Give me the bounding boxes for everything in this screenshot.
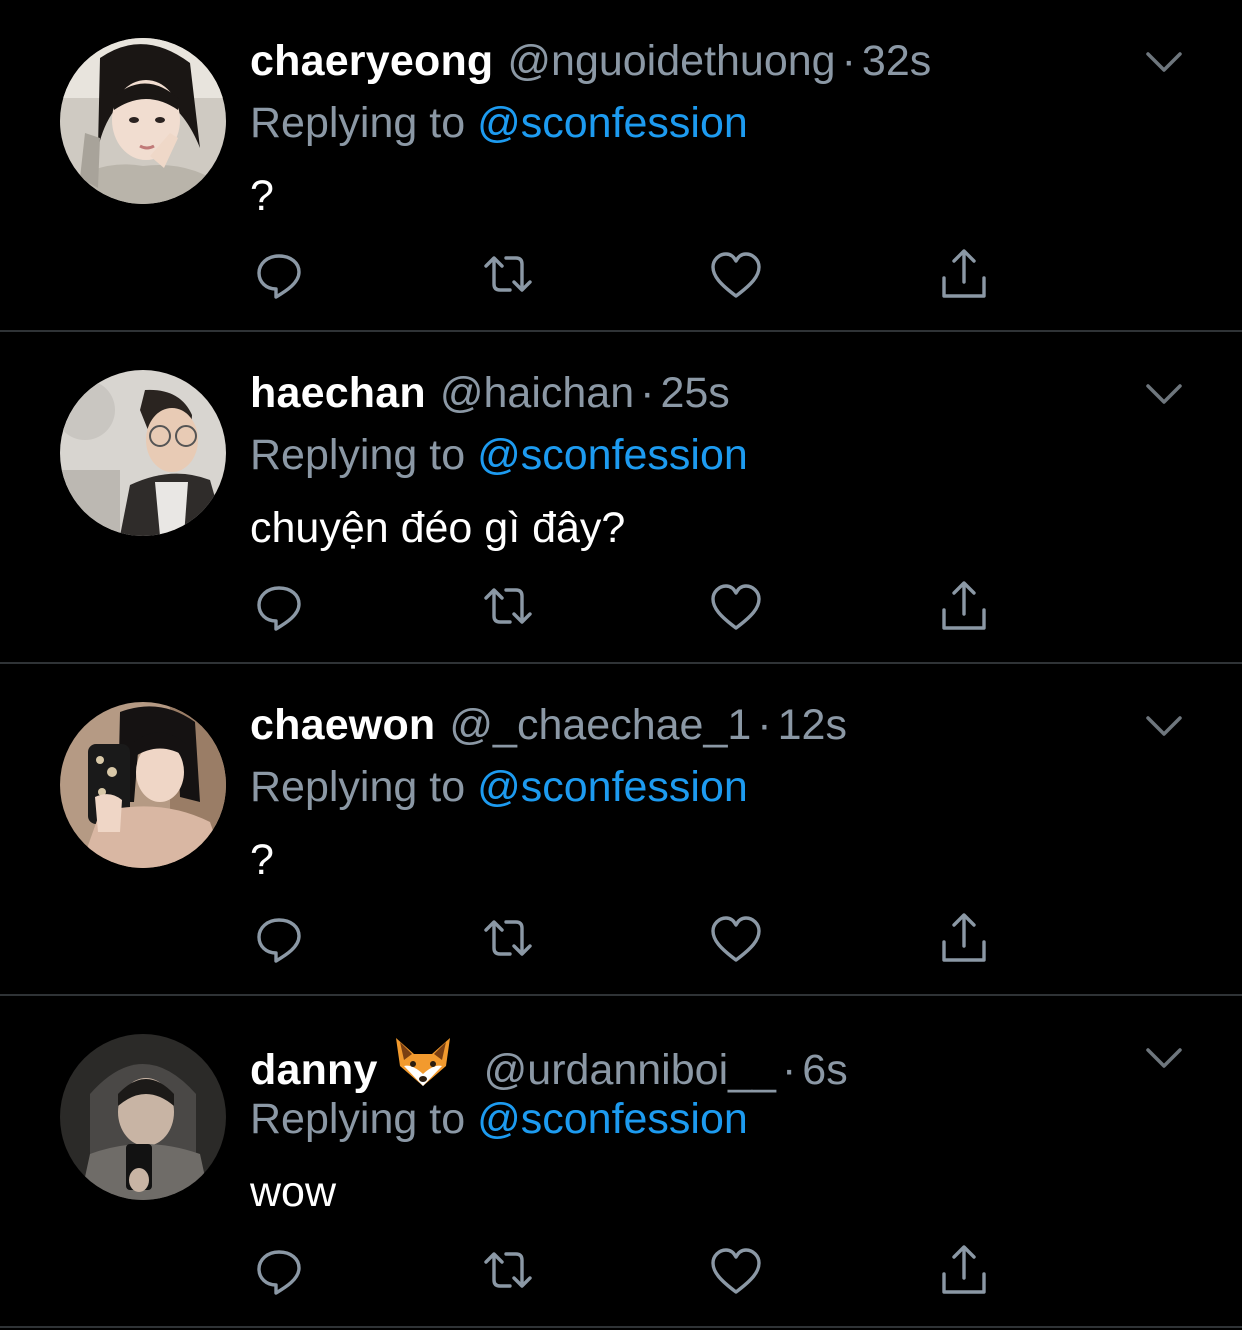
reply-tweet[interactable]: danny @urdanniboi__ · 6s Replying to @sc… xyxy=(0,996,1242,1328)
reply-icon xyxy=(257,1250,301,1295)
tweet-text: chuyện đéo gì đây? xyxy=(250,504,626,552)
replying-to-label: Replying to xyxy=(250,1095,466,1143)
chevron-down-icon[interactable] xyxy=(1142,44,1186,80)
like-button[interactable] xyxy=(706,908,766,968)
chevron-down-icon[interactable] xyxy=(1142,708,1186,744)
reply-tweet[interactable]: chaeryeong @nguoidethuong · 32s Replying… xyxy=(0,0,1242,332)
retweet-icon xyxy=(484,1252,532,1288)
user-handle[interactable]: @nguoidethuong xyxy=(507,34,835,88)
tweet-header: chaeryeong @nguoidethuong · 32s xyxy=(250,34,931,88)
heart-icon xyxy=(711,252,761,298)
heart-icon xyxy=(711,1248,761,1294)
chevron-down-icon[interactable] xyxy=(1142,1040,1186,1076)
user-handle[interactable]: @_chaechae_1 xyxy=(449,698,751,752)
tweet-text: ? xyxy=(250,172,274,220)
replying-to-label: Replying to xyxy=(250,99,466,147)
share-button[interactable] xyxy=(934,1240,994,1300)
replies-feed: chaeryeong @nguoidethuong · 32s Replying… xyxy=(0,0,1242,1330)
replying-to-label: Replying to xyxy=(250,763,466,811)
share-icon xyxy=(942,581,986,630)
share-button[interactable] xyxy=(934,244,994,304)
replying-to-mention[interactable]: @sconfession xyxy=(477,1095,748,1143)
tweet-header: danny @urdanniboi__ · 6s xyxy=(250,1030,848,1094)
tweet-header: haechan @haichan · 25s xyxy=(250,366,730,420)
retweet-button[interactable] xyxy=(478,244,538,304)
heart-icon xyxy=(711,916,761,962)
replying-to-mention[interactable]: @sconfession xyxy=(477,99,748,147)
retweet-icon xyxy=(484,256,532,292)
display-name[interactable]: danny xyxy=(250,1043,378,1097)
avatar[interactable] xyxy=(60,1034,226,1200)
replying-to-line: Replying to @sconfession xyxy=(250,96,748,150)
share-icon xyxy=(942,249,986,298)
display-name[interactable]: chaeryeong xyxy=(250,34,493,88)
avatar[interactable] xyxy=(60,370,226,536)
like-button[interactable] xyxy=(706,244,766,304)
share-button[interactable] xyxy=(934,576,994,636)
like-button[interactable] xyxy=(706,576,766,636)
tweet-header: chaewon @_chaechae_1 · 12s xyxy=(250,698,847,752)
reply-button[interactable] xyxy=(249,1240,309,1300)
user-handle[interactable]: @haichan xyxy=(440,366,634,420)
display-name[interactable]: haechan xyxy=(250,366,426,420)
replying-to-line: Replying to @sconfession xyxy=(250,760,748,814)
tweet-actions xyxy=(0,244,1242,314)
timestamp[interactable]: 6s xyxy=(802,1043,847,1097)
reply-icon xyxy=(257,918,301,963)
avatar[interactable] xyxy=(60,38,226,204)
tweet-actions xyxy=(0,908,1242,978)
tweet-actions xyxy=(0,1240,1242,1310)
timestamp[interactable]: 12s xyxy=(778,698,847,752)
reply-icon xyxy=(257,586,301,631)
share-icon xyxy=(942,1245,986,1294)
retweet-icon xyxy=(484,588,532,624)
timestamp[interactable]: 25s xyxy=(660,366,729,420)
tweet-actions xyxy=(0,576,1242,646)
reply-tweet[interactable]: chaewon @_chaechae_1 · 12s Replying to @… xyxy=(0,664,1242,996)
retweet-button[interactable] xyxy=(478,1240,538,1300)
reply-tweet[interactable]: haechan @haichan · 25s Replying to @scon… xyxy=(0,332,1242,664)
user-handle[interactable]: @urdanniboi__ xyxy=(484,1043,776,1097)
reply-button[interactable] xyxy=(249,908,309,968)
replying-to-line: Replying to @sconfession xyxy=(250,428,748,482)
display-name[interactable]: chaewon xyxy=(250,698,435,752)
retweet-icon xyxy=(484,920,532,956)
like-button[interactable] xyxy=(706,1240,766,1300)
share-icon xyxy=(942,913,986,962)
replying-to-mention[interactable]: @sconfession xyxy=(477,763,748,811)
reply-button[interactable] xyxy=(249,576,309,636)
replying-to-line: Replying to @sconfession xyxy=(250,1092,748,1146)
separator-dot: · xyxy=(841,37,856,85)
separator-dot: · xyxy=(757,701,772,749)
replying-to-mention[interactable]: @sconfession xyxy=(477,431,748,479)
fox-face-emoji xyxy=(395,1038,450,1086)
reply-button[interactable] xyxy=(249,244,309,304)
separator-dot: · xyxy=(781,1046,797,1094)
separator-dot: · xyxy=(640,369,655,417)
timestamp[interactable]: 32s xyxy=(862,34,931,88)
heart-icon xyxy=(711,584,761,630)
reply-icon xyxy=(257,254,301,299)
tweet-text: ? xyxy=(250,836,274,884)
replying-to-label: Replying to xyxy=(250,431,466,479)
tweet-text: wow xyxy=(250,1168,337,1216)
retweet-button[interactable] xyxy=(478,908,538,968)
retweet-button[interactable] xyxy=(478,576,538,636)
share-button[interactable] xyxy=(934,908,994,968)
avatar[interactable] xyxy=(60,702,226,868)
chevron-down-icon[interactable] xyxy=(1142,376,1186,412)
